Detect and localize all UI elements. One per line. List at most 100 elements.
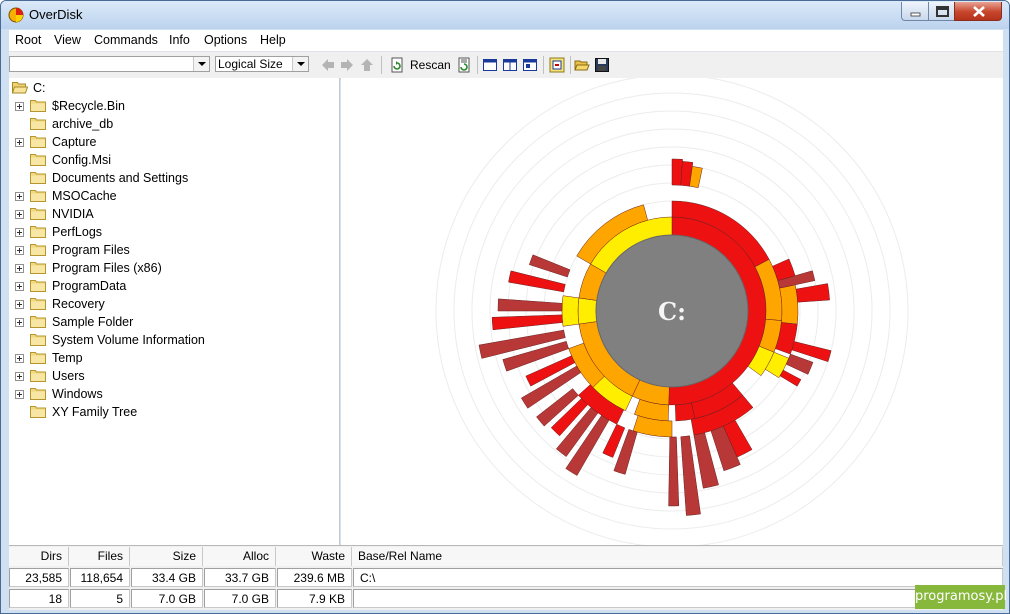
- expand-plus-icon[interactable]: [15, 228, 24, 237]
- expand-plus-icon[interactable]: [15, 138, 24, 147]
- chevron-down-icon[interactable]: [292, 57, 308, 71]
- tree-item[interactable]: ProgramData: [9, 277, 339, 295]
- folder-icon: [30, 352, 46, 364]
- expand-plus-icon[interactable]: [15, 192, 24, 201]
- split-pane-icon[interactable]: [502, 57, 518, 73]
- disk-usage-segment[interactable]: [561, 295, 580, 327]
- menu-bar: Root View Commands Info Options Help: [9, 30, 1003, 52]
- maximize-button[interactable]: [928, 2, 955, 21]
- save-disk-icon[interactable]: [594, 57, 610, 73]
- tree-item[interactable]: $Recycle.Bin: [9, 97, 339, 115]
- app-window: OverDisk Root View Commands Info Options…: [0, 0, 1010, 614]
- menu-info[interactable]: Info: [169, 33, 190, 47]
- tree-item[interactable]: Recovery: [9, 295, 339, 313]
- expand-plus-icon[interactable]: [15, 300, 24, 309]
- center-label: C:: [658, 297, 686, 326]
- header-files: Files: [69, 547, 130, 566]
- expand-plus-icon[interactable]: [15, 354, 24, 363]
- disk-usage-segment[interactable]: [779, 284, 799, 325]
- tree-item[interactable]: Users: [9, 367, 339, 385]
- disk-usage-segment[interactable]: [508, 270, 566, 293]
- folder-tree[interactable]: C: $Recycle.Bin archive_db Capture Config.M…: [9, 78, 340, 545]
- toolbar-separator: [543, 56, 544, 74]
- folder-icon: [30, 172, 46, 184]
- row2-dirs: 18: [9, 589, 69, 608]
- details-pane-icon[interactable]: [522, 57, 538, 73]
- folder-icon: [30, 154, 46, 166]
- size-mode-select[interactable]: Logical Size: [215, 56, 309, 72]
- menu-help[interactable]: Help: [260, 33, 286, 47]
- tree-item[interactable]: Config.Msi: [9, 151, 339, 169]
- tree-item[interactable]: Documents and Settings: [9, 169, 339, 187]
- single-pane-icon[interactable]: [482, 57, 498, 73]
- row2-name: [353, 589, 1003, 608]
- expand-plus-icon[interactable]: [15, 210, 24, 219]
- disk-usage-segment[interactable]: [785, 353, 814, 375]
- tree-item-label: Windows: [52, 387, 103, 401]
- tree-item[interactable]: Sample Folder: [9, 313, 339, 331]
- close-button[interactable]: [954, 2, 1002, 21]
- disk-usage-segment[interactable]: [779, 369, 802, 387]
- folder-icon: [30, 226, 46, 238]
- tree-item[interactable]: Program Files: [9, 241, 339, 259]
- tree-item[interactable]: Capture: [9, 133, 339, 151]
- tree-item-label: MSOCache: [52, 189, 117, 203]
- sunburst-chart[interactable]: C:: [341, 74, 1003, 548]
- toolbar-separator: [477, 56, 478, 74]
- header-size: Size: [130, 547, 203, 566]
- sunburst-chart-area[interactable]: C:: [341, 74, 1003, 548]
- expand-plus-icon[interactable]: [15, 246, 24, 255]
- watermark: programosy.pl: [915, 585, 1007, 609]
- tree-item[interactable]: PerfLogs: [9, 223, 339, 241]
- expand-plus-icon[interactable]: [15, 372, 24, 381]
- tree-root-row[interactable]: C:: [9, 79, 339, 97]
- menu-view[interactable]: View: [54, 33, 81, 47]
- tree-item[interactable]: System Volume Information: [9, 331, 339, 349]
- tree-item[interactable]: Program Files (x86): [9, 259, 339, 277]
- tree-item-label: NVIDIA: [52, 207, 94, 221]
- tree-item-label: Config.Msi: [52, 153, 112, 167]
- tree-view-icon[interactable]: [549, 57, 565, 73]
- disk-usage-segment[interactable]: [668, 436, 680, 507]
- header-dirs: Dirs: [9, 547, 69, 566]
- toolbar: Logical Size Rescan: [9, 52, 1003, 79]
- expand-plus-icon[interactable]: [15, 318, 24, 327]
- tree-item[interactable]: archive_db: [9, 115, 339, 133]
- tree-item[interactable]: Windows: [9, 385, 339, 403]
- open-folder-icon[interactable]: [574, 57, 590, 73]
- minimize-button[interactable]: [901, 2, 929, 21]
- up-arrow-icon[interactable]: [359, 57, 375, 73]
- toolbar-separator: [381, 56, 382, 74]
- folder-icon: [30, 262, 46, 274]
- tree-item-label: Documents and Settings: [52, 171, 189, 185]
- tree-item-label: Recovery: [52, 297, 105, 311]
- menu-options[interactable]: Options: [204, 33, 247, 47]
- menu-commands[interactable]: Commands: [94, 33, 158, 47]
- row2-size: 7.0 GB: [131, 589, 203, 608]
- tree-item[interactable]: NVIDIA: [9, 205, 339, 223]
- tree-item[interactable]: MSOCache: [9, 187, 339, 205]
- menu-root[interactable]: Root: [15, 33, 41, 47]
- expand-plus-icon[interactable]: [15, 264, 24, 273]
- refresh-document-icon[interactable]: [456, 57, 472, 73]
- expand-plus-icon[interactable]: [15, 390, 24, 399]
- chevron-down-icon[interactable]: [193, 57, 209, 71]
- tree-item[interactable]: Temp: [9, 349, 339, 367]
- tree-item[interactable]: XY Family Tree: [9, 403, 339, 421]
- expand-plus-icon[interactable]: [15, 102, 24, 111]
- forward-arrow-icon[interactable]: [339, 57, 355, 73]
- back-arrow-icon[interactable]: [320, 57, 336, 73]
- expand-plus-icon[interactable]: [15, 282, 24, 291]
- size-mode-value: Logical Size: [218, 57, 283, 71]
- disk-usage-segment[interactable]: [577, 297, 598, 325]
- path-combo[interactable]: [9, 56, 210, 72]
- rescan-icon[interactable]: [389, 57, 405, 73]
- rescan-button[interactable]: Rescan: [410, 58, 451, 72]
- tree-item-label: ProgramData: [52, 279, 127, 293]
- disk-usage-segment[interactable]: [675, 402, 696, 422]
- tree-item-label: System Volume Information: [52, 333, 205, 347]
- window-title: OverDisk: [29, 7, 83, 22]
- folder-icon: [30, 100, 46, 112]
- disk-usage-segment[interactable]: [497, 298, 563, 312]
- disk-usage-segment[interactable]: [795, 283, 830, 303]
